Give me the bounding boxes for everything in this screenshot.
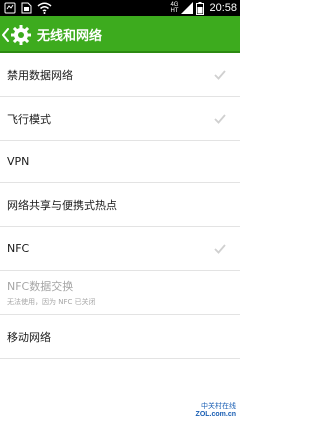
setting-label: NFC (7, 242, 30, 255)
setting-label: 网络共享与便携式热点 (7, 198, 117, 212)
setting-airplane-mode[interactable]: 飞行模式 (0, 97, 240, 141)
setting-label: VPN (7, 155, 30, 168)
title-bar: 无线和网络 (0, 16, 240, 53)
checkbox-icon[interactable] (214, 69, 226, 80)
checkbox-icon[interactable] (214, 113, 226, 124)
watermark-line2: ZOL.com.cn (195, 411, 236, 418)
setting-label: 移动网络 (7, 330, 51, 344)
setting-disable-data-network[interactable]: 禁用数据网络 (0, 53, 240, 97)
setting-label: 禁用数据网络 (7, 68, 73, 82)
mobile-signal-icon (181, 2, 194, 14)
setting-tethering-hotspot[interactable]: 网络共享与便携式热点 (0, 183, 240, 227)
back-button[interactable] (0, 16, 32, 53)
network-type-label: 4G HT (170, 2, 179, 14)
watermark-line1: 中关村在线 (201, 402, 236, 410)
setting-nfc-data-exchange: NFC数据交换 无法使用，因为 NFC 已关闭 (0, 271, 240, 315)
battery-icon (196, 1, 205, 15)
setting-label: 飞行模式 (7, 112, 51, 126)
status-bar: 4G HT 20:58 (0, 0, 240, 16)
page-title: 无线和网络 (37, 29, 103, 44)
setting-vpn[interactable]: VPN (0, 141, 240, 183)
wifi-icon (37, 2, 52, 14)
android-debug-icon (4, 2, 16, 14)
checkbox-icon[interactable] (214, 243, 226, 254)
setting-label: NFC数据交换 (7, 280, 74, 293)
watermark-logo: 中关村在线 ZOL.com.cn (190, 401, 236, 423)
sim-card-icon (21, 2, 32, 14)
gear-icon (11, 24, 31, 45)
setting-nfc[interactable]: NFC (0, 227, 240, 271)
setting-sublabel: 无法使用，因为 NFC 已关闭 (7, 298, 96, 306)
status-time: 20:58 (209, 2, 237, 14)
settings-list: 禁用数据网络 飞行模式 VPN 网络共享与便携式热点 NFC NFC数据交换 无… (0, 53, 240, 359)
back-chevron-icon (2, 27, 9, 42)
setting-mobile-network[interactable]: 移动网络 (0, 315, 240, 359)
